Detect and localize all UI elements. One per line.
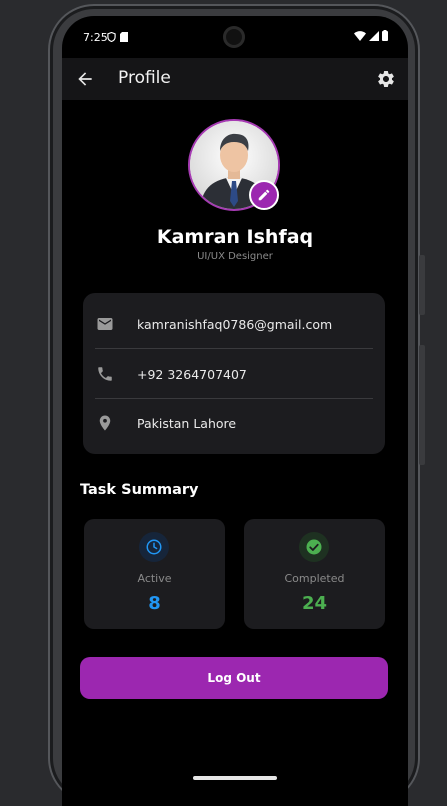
completed-label: Completed [284,572,345,585]
clock-icon [146,539,162,555]
front-camera [223,26,245,48]
logout-button[interactable]: Log Out [80,657,388,699]
phone-screen: 7:25 Profile Kamran Ishfaq UI/UX Designe… [62,16,408,806]
email-value: kamranishfaq0786@gmail.com [137,316,333,332]
active-icon-circle [139,532,169,562]
completed-icon-circle [299,532,329,562]
contact-info-card: kamranishfaq0786@gmail.com +92 326470740… [83,293,385,454]
email-icon [97,318,113,330]
active-count: 8 [148,593,161,614]
shield-status-icon [107,32,116,42]
location-pin-icon [99,415,111,431]
page-title: Profile [118,68,171,88]
location-row[interactable]: Pakistan Lahore [95,398,373,448]
edit-pencil-icon [258,189,270,201]
profile-name: Kamran Ishfaq [156,226,314,248]
status-time: 7:25 [83,31,108,44]
app-bar: Profile [62,58,408,100]
back-arrow-icon[interactable] [75,69,95,89]
home-indicator[interactable] [193,776,277,780]
battery-icon [382,30,388,41]
wifi-icon [354,30,366,41]
active-label: Active [137,572,172,585]
email-row[interactable]: kamranishfaq0786@gmail.com [95,299,373,349]
phone-row[interactable]: +92 3264707407 [95,349,373,399]
phone-value: +92 3264707407 [137,366,247,382]
active-tasks-card[interactable]: Active 8 [84,519,225,629]
cell-signal-icon [369,30,379,41]
task-summary-title: Task Summary [80,482,199,498]
power-button [419,345,425,465]
phone-icon [98,367,112,381]
sim-card-status-icon [120,32,128,42]
check-circle-icon [306,539,322,555]
edit-avatar-button[interactable] [249,180,279,210]
completed-count: 24 [301,593,328,614]
settings-gear-icon[interactable] [376,69,396,89]
location-value: Pakistan Lahore [137,415,237,431]
completed-tasks-card[interactable]: Completed 24 [244,519,385,629]
volume-button [419,255,425,315]
profile-role: UI/UX Designer [197,251,273,262]
status-bar: 7:25 [62,16,408,58]
